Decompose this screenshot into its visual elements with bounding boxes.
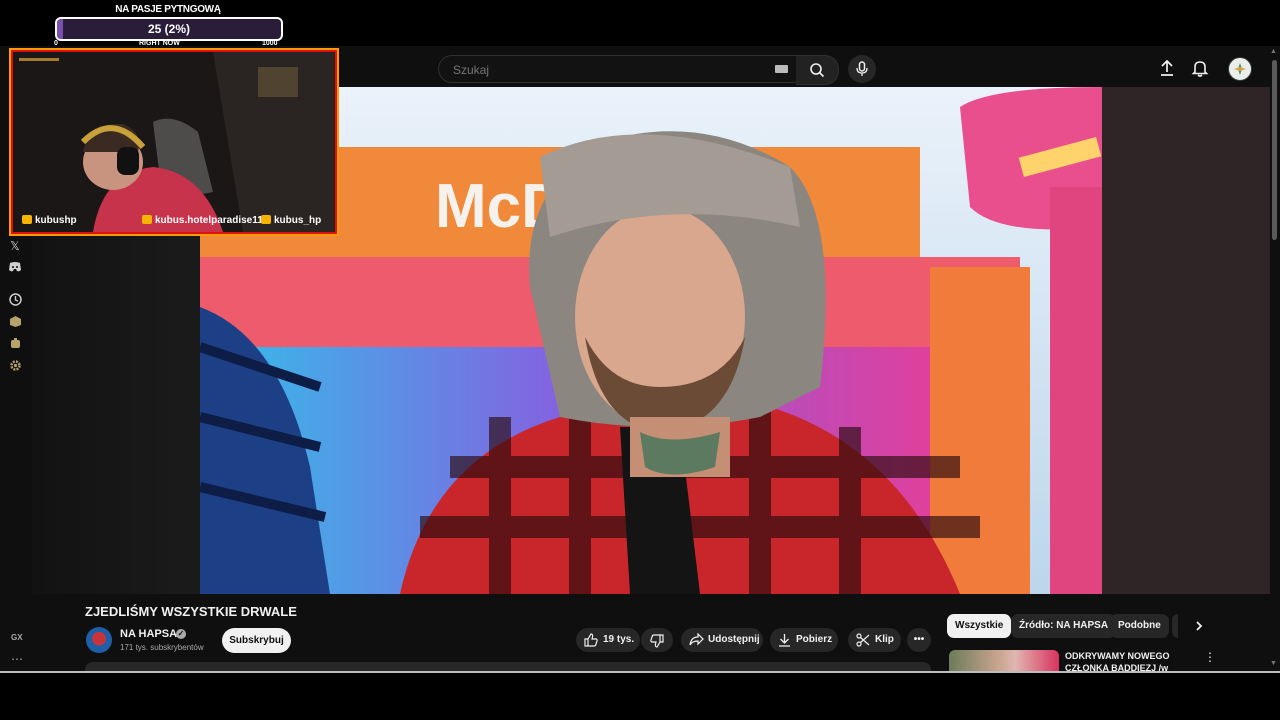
search-button[interactable] [796, 55, 839, 85]
keyboard-icon[interactable] [775, 65, 788, 73]
share-label: Udostępnij [708, 634, 760, 645]
cube-icon[interactable] [7, 315, 23, 331]
thumbs-down-icon [650, 634, 664, 648]
more-actions-button[interactable]: ••• [907, 628, 931, 652]
like-count: 19 tys. [603, 634, 635, 645]
download-icon [779, 634, 790, 647]
chevron-right-icon [1196, 621, 1203, 631]
search-icon [810, 63, 825, 78]
microphone-icon [856, 61, 868, 76]
discord-icon[interactable] [7, 261, 23, 277]
extension-icon[interactable] [7, 337, 23, 353]
more-icon[interactable]: ⋯ [11, 652, 23, 666]
clip-label: Klip [875, 634, 894, 645]
recommendation-thumbnail[interactable] [949, 650, 1059, 672]
share-button[interactable]: Udostępnij [681, 628, 763, 652]
gx-label[interactable]: GX [11, 633, 23, 642]
social-instagram-label: kubus.hotelparadise11 [155, 215, 263, 226]
channel-avatar[interactable] [86, 627, 112, 653]
dislike-button[interactable] [641, 628, 673, 652]
chip-partial[interactable] [1172, 614, 1178, 638]
goal-title: NA PASJE PYTNGOWĄ [115, 4, 221, 15]
notifications-button[interactable] [1190, 58, 1212, 80]
channel-name[interactable]: NA HAPSA [120, 628, 177, 640]
chips-next-button[interactable] [1192, 616, 1206, 641]
chip-from-channel[interactable]: Źródło: NA HAPSA [1011, 614, 1117, 638]
account-avatar[interactable] [1228, 57, 1252, 81]
social-twitter-label: kubushp [35, 215, 77, 226]
overlay-accent [19, 58, 59, 61]
like-button[interactable]: 19 tys. [576, 628, 640, 652]
share-icon [689, 633, 704, 646]
social-instagram: kubus.hotelparadise11 [142, 215, 263, 226]
subscribe-button[interactable]: Subskrybuj [222, 628, 291, 653]
upload-icon [1161, 59, 1173, 76]
scroll-down-icon[interactable]: ▼ [1270, 660, 1277, 667]
voice-search-button[interactable] [848, 55, 876, 83]
avatar-icon [1234, 63, 1246, 75]
scroll-up-icon[interactable]: ▲ [1270, 48, 1277, 55]
verified-icon: ✓ [176, 629, 186, 639]
create-button[interactable] [1157, 58, 1179, 80]
webcam-feed [13, 52, 335, 232]
webcam-overlay [11, 50, 337, 234]
recommendation-menu-icon[interactable]: ⋮ [1204, 650, 1216, 664]
social-twitter: kubushp [22, 215, 77, 226]
chip-related[interactable]: Podobne [1110, 614, 1169, 638]
search-box[interactable] [438, 55, 798, 84]
ambient-side-panel [1102, 87, 1270, 594]
recommendation-title-line1: ODKRYWAMY NOWEGO [1065, 651, 1170, 661]
thumbs-up-icon [584, 633, 598, 647]
goal-value: 25 (2%) [147, 22, 191, 36]
download-label: Pobierz [796, 634, 833, 645]
subscriber-count: 171 tys. subskrybentów [120, 643, 204, 652]
twitter-icon [22, 215, 32, 224]
clock-icon[interactable] [7, 293, 23, 309]
download-button[interactable]: Pobierz [770, 628, 838, 652]
scissors-icon [856, 633, 870, 647]
social-youtube: kubus_hp [261, 215, 321, 226]
scrollbar-thumb[interactable] [1272, 60, 1277, 240]
youtube-icon [261, 215, 271, 224]
x-icon[interactable]: 𝕏 [7, 238, 23, 254]
social-youtube-label: kubus_hp [274, 215, 322, 226]
video-title: ZJEDLIŚMY WSZYSTKIE DRWALE [85, 604, 297, 619]
search-input[interactable] [451, 56, 775, 84]
instagram-icon [142, 215, 152, 224]
window-bottom-edge [0, 671, 1280, 673]
chip-all[interactable]: Wszystkie [947, 614, 1012, 638]
goal-progress-bar: 25 (2%) [55, 17, 283, 41]
settings-icon[interactable] [7, 359, 23, 375]
clip-button[interactable]: Klip [848, 628, 901, 652]
bell-icon [1191, 61, 1209, 77]
more-horizontal-icon: ••• [913, 634, 925, 645]
